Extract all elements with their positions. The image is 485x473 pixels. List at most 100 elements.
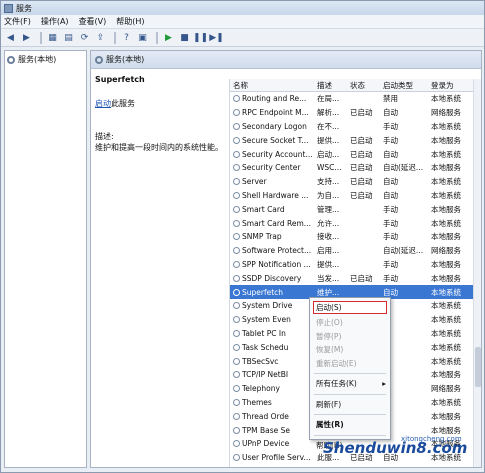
- table-row[interactable]: Smart Card 管理... 手动 本地服务: [230, 202, 481, 216]
- table-row[interactable]: Software Protect... 启用... 自动(延迟... 网络服务: [230, 244, 481, 258]
- menu-item-start[interactable]: 启动(S): [313, 301, 387, 314]
- pane-header-title: 服务(本地): [106, 55, 145, 64]
- service-name-text: Tablet PC In: [242, 328, 286, 338]
- table-row[interactable]: Secondary Logon 在不... 手动 本地系统: [230, 120, 481, 134]
- table-row[interactable]: Security Center WSC... 已启动 自动(延迟... 本地服务: [230, 161, 481, 175]
- table-row[interactable]: SNMP Trap 接收... 手动 本地服务: [230, 230, 481, 244]
- menu-item-all-tasks[interactable]: 所有任务(K) ▸: [310, 377, 390, 391]
- toolbar-separator: [114, 31, 116, 44]
- scrollbar-thumb[interactable]: [475, 347, 481, 387]
- gear-icon: [233, 205, 240, 213]
- menu-view[interactable]: 查看(V): [79, 16, 107, 27]
- table-row[interactable]: RPC Endpoint M... 解析... 已启动 自动 网络服务: [230, 106, 481, 120]
- column-header-status[interactable]: 状态: [347, 80, 380, 91]
- gear-icon: [233, 109, 240, 117]
- description-cell: 当发...: [317, 273, 340, 283]
- logon-as-cell: 本地系统: [431, 315, 461, 325]
- title-bar: 服务: [1, 1, 484, 15]
- play-icon[interactable]: ▶: [162, 31, 175, 44]
- menu-item-resume: 恢复(M): [316, 345, 344, 355]
- refresh-icon[interactable]: ⟳: [78, 31, 91, 44]
- service-name-cell: Software Protect...: [230, 246, 314, 255]
- description-cell: 提供...: [317, 259, 340, 269]
- forward-icon[interactable]: ▶: [20, 31, 33, 44]
- toolbar-separator: [156, 31, 158, 44]
- table-row[interactable]: Server 支持... 已启动 自动 本地系统: [230, 175, 481, 189]
- gear-icon: [233, 302, 240, 310]
- startup-type-cell: 手动: [383, 259, 398, 269]
- service-name-cell: SPP Notification ...: [230, 260, 314, 269]
- menu-separator: [314, 414, 386, 415]
- startup-type-cell: 自动: [383, 149, 398, 159]
- menu-help[interactable]: 帮助(H): [116, 16, 144, 27]
- tree-item-services-local[interactable]: 服务(本地): [5, 51, 86, 68]
- service-name-cell: Themes: [230, 398, 314, 407]
- view-icon[interactable]: ▦: [46, 31, 59, 44]
- table-row[interactable]: Routing and Re... 在局... 禁用 本地系统: [230, 92, 481, 106]
- stop-icon[interactable]: ■: [178, 31, 191, 44]
- gear-icon: [233, 385, 240, 393]
- service-name-text: Thread Orde: [242, 411, 289, 421]
- watermark-brand: Shenduwin8.com: [323, 439, 468, 457]
- menu-file[interactable]: 文件(F): [4, 16, 31, 27]
- table-row[interactable]: SSDP Discovery 当发... 已启动 手动 本地服务: [230, 271, 481, 285]
- column-header-startup-type[interactable]: 启动类型: [380, 80, 428, 91]
- service-name-text: Software Protect...: [242, 246, 312, 256]
- table-row[interactable]: Smart Card Rem... 允许... 手动 本地系统: [230, 216, 481, 230]
- description-cell: 启用...: [317, 246, 340, 256]
- service-name-cell: Superfetch: [230, 288, 314, 297]
- logon-as-cell: 网络服务: [431, 108, 461, 118]
- logon-as-cell: 本地服务: [431, 370, 461, 380]
- service-name-text: Telephony: [242, 384, 280, 394]
- menu-item-properties[interactable]: 属性(R): [310, 418, 390, 432]
- vertical-scrollbar[interactable]: [473, 79, 481, 467]
- logon-as-cell: 本地服务: [431, 411, 461, 421]
- startup-type-cell: 自动: [383, 287, 398, 297]
- service-name-cell: Secure Socket T...: [230, 136, 314, 145]
- description-cell: 在不...: [317, 121, 340, 131]
- service-name-text: SSDP Discovery: [242, 273, 302, 283]
- column-header-description[interactable]: 描述: [314, 80, 347, 91]
- export-icon[interactable]: ⇪: [94, 31, 107, 44]
- console-icon[interactable]: ▤: [62, 31, 75, 44]
- service-name-text: RPC Endpoint M...: [242, 108, 309, 118]
- description-cell: 在局...: [317, 94, 340, 104]
- pause-icon[interactable]: ❚❚: [193, 31, 208, 44]
- logon-as-cell: 本地系统: [431, 287, 461, 297]
- service-name-cell: Secondary Logon: [230, 122, 314, 131]
- service-name-text: TCP/IP NetBI: [242, 370, 289, 380]
- service-name-text: TPM Base Se: [242, 425, 290, 435]
- services-app-icon: [4, 3, 13, 13]
- start-service-line: 启动此服务: [95, 98, 227, 109]
- column-header-logon-as[interactable]: 登录为: [428, 80, 476, 91]
- gear-icon: [233, 316, 240, 324]
- service-name-text: SPP Notification ...: [242, 259, 311, 269]
- gear-icon: [233, 398, 240, 406]
- menu-separator: [314, 373, 386, 374]
- start-service-link[interactable]: 启动: [95, 99, 111, 108]
- table-row[interactable]: SPP Notification ... 提供... 手动 本地服务: [230, 258, 481, 272]
- table-row[interactable]: Shell Hardware ... 为自... 已启动 自动 本地系统: [230, 189, 481, 203]
- service-name-text: Superfetch: [242, 287, 284, 297]
- table-row[interactable]: Security Account... 启动... 已启动 自动 本地系统: [230, 147, 481, 161]
- help-icon[interactable]: ?: [120, 31, 133, 44]
- back-icon[interactable]: ◀: [4, 31, 17, 44]
- startup-type-cell: 自动: [383, 177, 398, 187]
- table-row[interactable]: Secure Socket T... 提供... 已启动 手动 本地服务: [230, 133, 481, 147]
- service-name-cell: Smart Card: [230, 205, 314, 214]
- description-cell: 支持...: [317, 177, 340, 187]
- service-name-text: Smart Card: [242, 204, 285, 214]
- service-name-cell: TCP/IP NetBI: [230, 370, 314, 379]
- service-name-cell: Task Schedu: [230, 343, 314, 352]
- properties-icon[interactable]: ▣: [136, 31, 149, 44]
- logon-as-cell: 本地服务: [431, 273, 461, 283]
- logon-as-cell: 本地系统: [431, 218, 461, 228]
- service-name-text: Server: [242, 177, 267, 187]
- column-header-name[interactable]: 名称: [230, 80, 314, 91]
- service-name-cell: Security Center: [230, 163, 314, 172]
- description-text: 维护和提高一段时间内的系统性能。: [95, 143, 223, 152]
- restart-icon[interactable]: ▶❚: [209, 31, 223, 44]
- menu-item-refresh[interactable]: 刷新(F): [310, 398, 390, 412]
- menu-action[interactable]: 操作(A): [41, 16, 69, 27]
- service-name-text: UPnP Device: [242, 439, 290, 449]
